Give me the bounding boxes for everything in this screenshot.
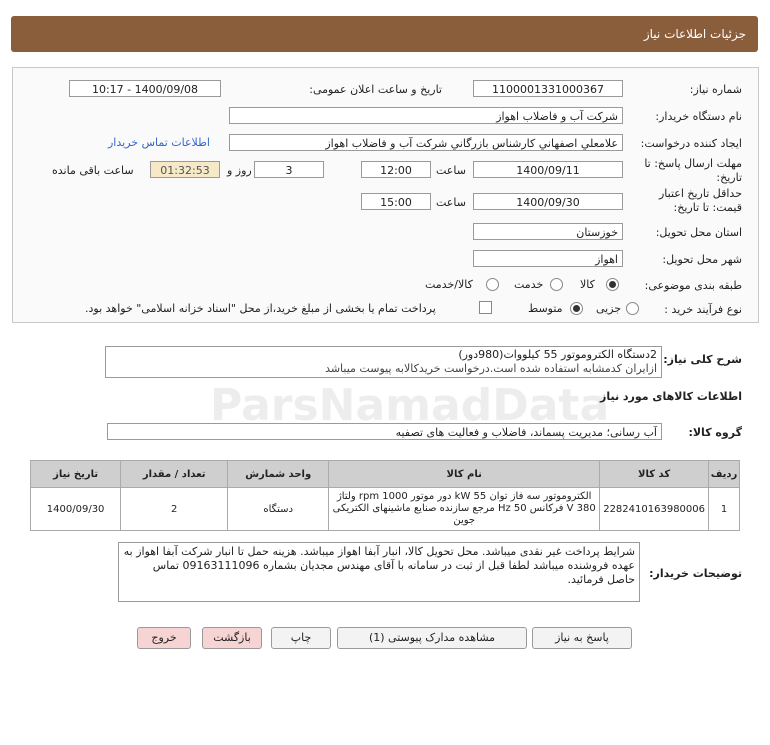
buyer-contact-link[interactable]: اطلاعات تماس خریدار [108,136,210,149]
city-field: اهواز [473,250,623,267]
category-goods-label: کالا [580,278,595,291]
row-unit: دستگاه [227,487,330,531]
row-date: 1400/09/30 [29,487,122,531]
goods-group-label: گروه کالا: [688,426,742,439]
deadline-time-field: 12:00 [361,161,431,178]
purchase-medium-label: متوسط [528,302,563,315]
purchase-radio-medium[interactable] [570,302,583,315]
summary-line-1: 2دستگاه الکتروموتور 55 کیلووات(980دور) [458,348,657,361]
city-label: شهر محل تحویل: [662,253,742,266]
remaining-label: ساعت باقی مانده [52,164,134,177]
row-qty: 2 [120,487,229,531]
category-radio-goods[interactable] [606,278,619,291]
need-number-field: 1100001331000367 [473,80,623,97]
deadline-label-2: تاریخ: [716,171,742,184]
validity-label: حداقل تاریخ اعتبار [658,187,742,200]
row-name: الکتروموتور سه فاز توان kW 55 دور موتور … [328,487,601,531]
treasury-payment-checkbox[interactable] [479,301,492,314]
buyer-label: نام دستگاه خریدار: [655,110,742,123]
requester-field: علامعلي اصفهاني كارشناس بازرگاني شركت آب… [229,134,623,151]
purchase-type-label: نوع فرآیند خرید : [664,303,742,316]
row-index: 1 [708,487,740,531]
requester-label: ایجاد کننده درخواست: [640,137,742,150]
announce-field: 1400/09/08 - 10:17 [69,80,221,97]
remaining-time-field: 01:32:53 [150,161,220,178]
goods-table-header: ردیف کد کالا نام کالا واحد شمارش تعداد /… [29,460,740,488]
summary-label: شرح کلی نیاز: [663,353,742,366]
column-header-name: نام کالا [328,460,601,488]
purchase-minor-label: جزیی [596,302,622,315]
column-header-code: کد کالا [599,460,709,488]
deadline-time-label: ساعت [436,164,466,177]
reply-button[interactable]: پاسخ به نیاز [532,627,632,649]
column-header-unit: واحد شمارش [227,460,330,488]
province-label: استان محل تحویل: [655,226,742,239]
page-header: جزئیات اطلاعات نیاز [11,16,758,52]
category-label: طبقه بندی موضوعی: [644,279,742,292]
treasury-payment-note: پرداخت تمام یا بخشی از مبلغ خرید،از محل … [85,302,436,315]
need-number-label: شماره نیاز: [689,83,742,96]
goods-section-title: اطلاعات کالاهای مورد نیاز [600,390,742,403]
province-field: خوزستان [473,223,623,240]
column-header-date: تاریخ نیاز [29,460,122,488]
category-radio-service[interactable] [550,278,563,291]
exit-button[interactable]: خروج [137,627,191,649]
column-header-qty: تعداد / مقدار [120,460,229,488]
purchase-radio-minor[interactable] [626,302,639,315]
summary-field: 2دستگاه الکتروموتور 55 کیلووات(980دور) ا… [105,346,662,378]
page-title: جزئیات اطلاعات نیاز [643,27,746,41]
row-code: 2282410163980006 [599,487,709,531]
goods-table: ردیف کد کالا نام کالا واحد شمارش تعداد /… [29,460,740,531]
buyer-notes-label: توضیحات خریدار: [649,567,742,580]
summary-line-2: ازایران کدمشابه استفاده شده است.درخواست … [325,362,657,375]
table-row: 1 2282410163980006 الکتروموتور سه فاز تو… [29,487,740,531]
announce-label: تاریخ و ساعت اعلان عمومی: [309,83,442,96]
attachments-button[interactable]: مشاهده مدارک پیوستی (1) [337,627,527,649]
category-both-label: کالا/خدمت [425,278,473,291]
print-button[interactable]: چاپ [271,627,331,649]
days-label: روز و [227,164,252,177]
back-button[interactable]: بازگشت [202,627,262,649]
validity-label-2: قیمت: تا تاریخ: [673,201,742,214]
category-radio-both[interactable] [486,278,499,291]
column-header-index: ردیف [708,460,740,488]
validity-time-field: 15:00 [361,193,431,210]
deadline-date-field: 1400/09/11 [473,161,623,178]
validity-time-label: ساعت [436,196,466,209]
buyer-field: شرکت آب و فاضلاب اهواز [229,107,623,124]
category-service-label: خدمت [514,278,544,291]
buyer-notes-field: شرایط پرداخت غیر نقدی میباشد. محل تحویل … [118,542,640,602]
validity-date-field: 1400/09/30 [473,193,623,210]
days-field: 3 [254,161,324,178]
goods-group-field: آب رسانی؛ مدیریت پسماند، فاضلاب و فعالیت… [107,423,662,440]
deadline-label: مهلت ارسال پاسخ: تا [644,157,742,170]
